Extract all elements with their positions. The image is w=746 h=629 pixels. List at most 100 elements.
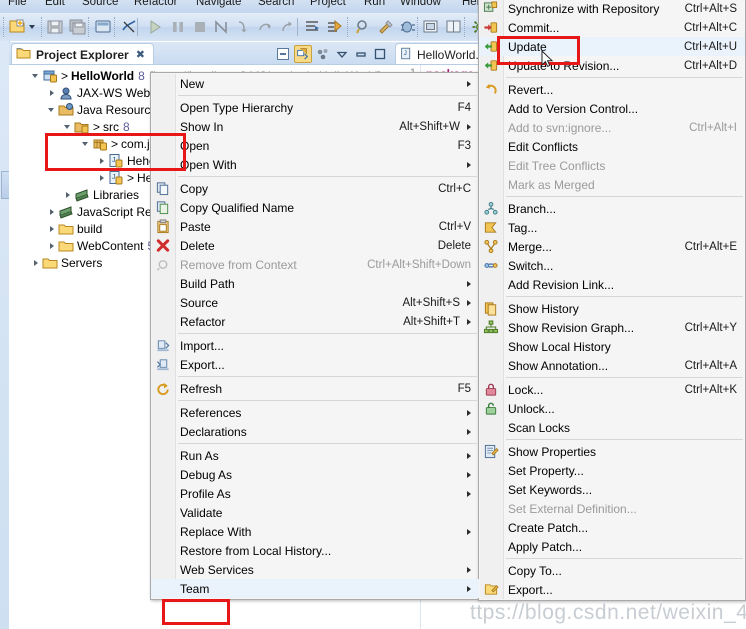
team-menu-item-synchronize-with-repository[interactable]: Synchronize with Repository Ctrl+Alt+S [479,0,745,18]
tree-item-build[interactable]: build [47,220,106,237]
minimize-button[interactable] [353,46,369,62]
team-menu-item-lock[interactable]: Lock... Ctrl+Alt+K [479,380,745,399]
context-menu-item-source[interactable]: Source Alt+Shift+S [151,293,479,312]
context-menu-item-refresh[interactable]: Refresh F5 [151,379,479,398]
twisty-icon[interactable] [63,118,74,135]
context-menu-item-declarations[interactable]: Declarations [151,422,479,441]
twisty-icon[interactable] [31,254,42,271]
menubar-item-refactor[interactable]: Refactor [134,0,177,8]
context-menu-item-references[interactable]: References [151,403,479,422]
debug-icon[interactable] [399,18,417,36]
team-menu-item-show-local-history[interactable]: Show Local History [479,337,745,356]
context-menu-item-paste[interactable]: Paste Ctrl+V [151,217,479,236]
run-external-tools-icon[interactable] [326,18,344,36]
team-menu-item-set-keywords[interactable]: Set Keywords... [479,480,745,499]
search-icon[interactable] [354,18,372,36]
team-menu-item-export[interactable]: Export... [479,580,745,599]
team-menu-item-show-revision-graph[interactable]: Show Revision Graph... Ctrl+Alt+Y [479,318,745,337]
console-icon[interactable] [94,18,112,36]
team-menu-item-update-to-revision[interactable]: Update to Revision... Ctrl+Alt+D [479,56,745,75]
twisty-icon[interactable] [47,237,58,254]
open-perspective-icon[interactable] [422,18,440,36]
step-into-icon[interactable] [234,18,252,36]
twisty-icon[interactable] [47,203,58,220]
twisty-icon[interactable] [47,220,58,237]
tab-project-explorer[interactable]: Project Explorer ✖ [11,43,154,65]
step-over-icon[interactable] [256,18,274,36]
disconnect-icon[interactable] [212,18,230,36]
menubar-item-project[interactable]: Project [310,0,346,8]
team-menu-item-tag[interactable]: Tag... [479,218,745,237]
context-menu-item-build-path[interactable]: Build Path [151,274,479,293]
context-menu-item-new[interactable]: New [151,74,479,93]
context-menu-item-show-in[interactable]: Show In Alt+Shift+W [151,117,479,136]
menubar-item-window[interactable]: Window [400,0,441,8]
new-wizard-icon[interactable] [8,18,26,36]
context-menu-item-copy-qualified-name[interactable]: Copy Qualified Name [151,198,479,217]
open-task-icon[interactable] [304,18,322,36]
context-menu-item-run-as[interactable]: Run As [151,446,479,465]
twisty-icon[interactable] [31,67,42,84]
menubar-item-file[interactable]: File [8,0,27,8]
tree-item-webcontent[interactable]: WebContent 5 [47,237,154,254]
team-menu-item-show-annotation[interactable]: Show Annotation... Ctrl+Alt+A [479,356,745,375]
step-return-icon[interactable] [278,18,296,36]
menubar-item-source[interactable]: Source [82,0,118,8]
twisty-icon[interactable] [47,84,58,101]
twisty-icon[interactable] [81,135,92,152]
team-menu-item-add-revision-link[interactable]: Add Revision Link... [479,275,745,294]
menubar-item-search[interactable]: Search [258,0,294,8]
context-menu-item-export[interactable]: Export... [151,355,479,374]
team-menu-item-switch[interactable]: Switch... [479,256,745,275]
team-menu-item-merge[interactable]: Merge... Ctrl+Alt+E [479,237,745,256]
team-menu-item-scan-locks[interactable]: Scan Locks [479,418,745,437]
show-view-icon[interactable] [445,18,463,36]
team-menu-item-update[interactable]: Update Ctrl+Alt+U [479,37,745,56]
save-icon[interactable] [46,18,64,36]
menubar-item-run[interactable]: Run [364,0,385,8]
close-icon[interactable]: ✖ [136,48,145,61]
team-menu-item-apply-patch[interactable]: Apply Patch... [479,537,745,556]
team-menu-item-commit[interactable]: Commit... Ctrl+Alt+C [479,18,745,37]
context-menu-item-replace-with[interactable]: Replace With [151,522,479,541]
twisty-icon[interactable] [47,101,58,118]
team-menu-item-show-properties[interactable]: Show Properties [479,442,745,461]
suspend-icon[interactable] [169,18,187,36]
new-wizard-dropdown-arrow[interactable] [29,25,35,29]
context-menu-item-refactor[interactable]: Refactor Alt+Shift+T [151,312,479,331]
team-menu-item-add-to-version-control[interactable]: Add to Version Control... [479,99,745,118]
team-menu-item-create-patch[interactable]: Create Patch... [479,518,745,537]
tree-item-libraries[interactable]: Libraries [63,186,143,203]
team-menu-item-unlock[interactable]: Unlock... [479,399,745,418]
view-menu-focus-button[interactable] [315,46,331,62]
context-menu-item-debug-as[interactable]: Debug As [151,465,479,484]
menubar-item-navigate[interactable]: Navigate [196,0,241,8]
team-menu-item-set-property[interactable]: Set Property... [479,461,745,480]
maximize-button[interactable] [372,46,388,62]
context-menu-item-import[interactable]: Import... [151,336,479,355]
twisty-icon[interactable] [97,169,108,186]
team-menu-item-branch[interactable]: Branch... [479,199,745,218]
team-submenu[interactable]: Synchronize with Repository Ctrl+Alt+S Com… [478,0,746,601]
context-menu-item-profile-as[interactable]: Profile As [151,484,479,503]
context-menu-item-copy[interactable]: Copy Ctrl+C [151,179,479,198]
collapse-all-button[interactable] [275,46,291,62]
tree-item-servers[interactable]: Servers [31,254,106,271]
toggle-breadcrumb-icon[interactable] [120,18,138,36]
context-menu-item-restore-from-local-history[interactable]: Restore from Local History... [151,541,479,560]
build-icon[interactable] [377,18,395,36]
context-menu-item-open-type-hierarchy[interactable]: Open Type Hierarchy F4 [151,98,479,117]
team-menu-item-show-history[interactable]: Show History [479,299,745,318]
menubar-item-edit[interactable]: Edit [45,0,65,8]
context-menu-item-delete[interactable]: Delete Delete [151,236,479,255]
run-icon[interactable] [146,18,164,36]
context-menu-item-open-with[interactable]: Open With [151,155,479,174]
twisty-icon[interactable] [63,186,74,203]
save-all-icon[interactable] [69,18,87,36]
context-menu-item-open[interactable]: Open F3 [151,136,479,155]
view-menu-button[interactable] [334,46,350,62]
team-menu-item-revert[interactable]: Revert... [479,80,745,99]
project-explorer-context-menu[interactable]: New Open Type Hierarchy F4 Show In Alt+Shift… [150,72,480,600]
context-menu-item-web-services[interactable]: Web Services [151,560,479,579]
terminate-icon[interactable] [191,18,209,36]
